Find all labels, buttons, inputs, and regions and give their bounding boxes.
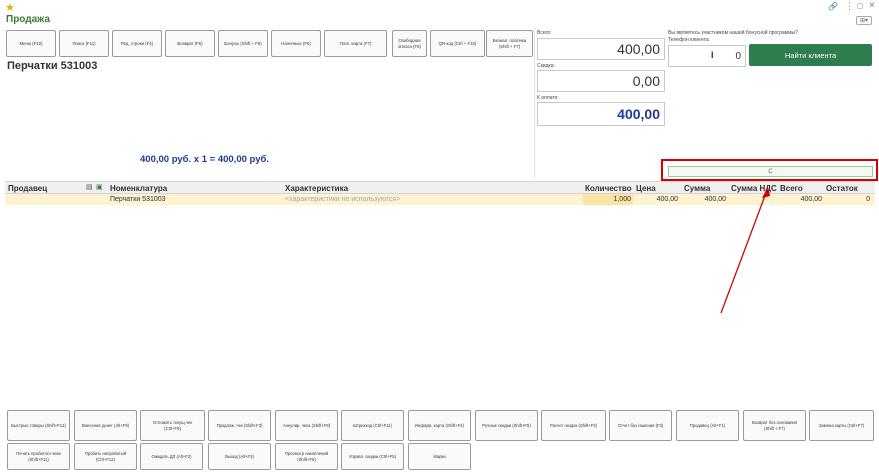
total-field: 400,00 [537,38,665,60]
bonus-button[interactable]: Бонусы (Shift + F5) [218,30,268,57]
window-title: Продажа [6,14,50,25]
bottom2-button-1[interactable]: Печать пробитого чека (Shift+F11) [7,443,70,470]
picture-icon[interactable]: ▣ [96,183,103,191]
bottom-button-9[interactable]: Расчет скидок (Shift+F3) [541,410,606,441]
annotation-arrow [720,187,770,314]
bottom2-button-4[interactable]: Выход (Alt+F3) [208,443,271,470]
bottom-button-3[interactable]: Отложить текущ.чек (Ctrl+F9) [140,410,205,441]
col-qty[interactable]: Количество [585,184,632,193]
cell-characteristic: <характеристики не используются> [285,196,401,203]
status-value: С [768,168,773,175]
col-characteristic[interactable]: Характеристика [285,184,348,193]
free-pay-button[interactable]: Свободная оплата (F8) [392,30,427,57]
star-icon[interactable]: ★ [5,1,15,14]
menu-button[interactable]: Меню (F10) [6,30,56,57]
bottom2-button-7[interactable]: Марки [408,443,471,470]
col-rest[interactable]: Остаток [826,184,858,193]
bottom-button-4[interactable]: Продолж. чек (Shift+F3) [208,410,271,441]
card-button[interactable]: Плат. карта (F7) [324,30,387,57]
bottom-button-6[interactable]: Штрихкод (Ctrl+F11) [341,410,404,441]
bottom-button-10[interactable]: Отчет без гашения (F3) [609,410,672,441]
bottom-button-1[interactable]: Быстрые товары (Shift+F12) [7,410,70,441]
edit-row-button[interactable]: Ред. строки (F4) [112,30,162,57]
link-icon[interactable]: 🔗 [828,2,838,11]
bottom-button-11[interactable]: Продавец (Alt+F1) [676,410,739,441]
phone-label: Телефон клиента [668,37,709,43]
total-label: Всего: [537,30,552,36]
col-name[interactable]: Номенклатура [110,184,167,193]
text-cursor-icon: I [711,50,714,60]
bottom2-button-2[interactable]: Пробить непробитый (Ctrl+F12) [74,443,137,470]
pay-field: 400,00 [537,102,665,126]
find-client-button[interactable]: Найти клиента [749,44,872,66]
return-button[interactable]: Возврат (F5) [165,30,215,57]
bottom-button-7[interactable]: Информ. карта (Shift+F4) [408,410,471,441]
bottom2-button-5[interactable]: Просмотр накоплений (Shift+F6) [275,443,338,470]
close-icon[interactable]: × [869,0,875,11]
bottom-button-8[interactable]: Ручные скидки (Shift+F5) [475,410,538,441]
bottom-button-13[interactable]: Замена карты (Ctrl+F7) [809,410,874,441]
col-seller[interactable]: Продавец [8,184,47,193]
cell-price: 400,00 [656,196,678,203]
qr-code-button[interactable]: QR-код (Ctrl + F10) [430,30,485,57]
cell-name: Перчатки 531003 [110,196,166,203]
col-price[interactable]: Цена [636,184,656,193]
bottom-button-2[interactable]: Внесение денег (Alt+F8) [74,410,137,441]
restore-icon[interactable]: ▢ [857,2,864,10]
cash-button[interactable]: Наличные (F6) [271,30,321,57]
noncash-button[interactable]: Безнал. платежи (Shift + F7) [486,30,533,57]
more-icon[interactable]: ⋮ [845,1,854,12]
bottom-button-5[interactable]: Аннулир. чека (Shift+F8) [275,410,338,441]
bottom2-button-6[interactable]: Управл. скидки (Ctrl+F5) [341,443,404,470]
cell-qty: 1,000 [613,196,631,203]
status-field[interactable]: С [668,166,873,177]
price-calculation: 400,00 руб. x 1 = 400,00 руб. [140,154,270,165]
settings-icon[interactable]: ▤ [86,183,93,191]
panel-divider [534,28,535,178]
search-button[interactable]: Поиск (F11) [59,30,109,57]
discount-field: 0,00 [537,70,665,92]
bottom-button-12[interactable]: Возврат без основания (Shift + F7) [743,410,806,441]
product-name: Перчатки 531003 [7,60,98,72]
discount-label: Скидка: [537,63,555,69]
bottom2-button-3[interactable]: Ожидать ДЛ (Alt+F2) [140,443,203,470]
bonus-question: Вы являетесь участником нашей бонусной п… [668,30,798,36]
form-menu-icon[interactable]: ⊞▾ [856,16,872,25]
phone-input[interactable]: I 0 [668,45,746,67]
phone-value: 0 [735,50,741,62]
cell-rest: 0 [866,196,870,203]
pay-label: К оплате: [537,95,559,101]
